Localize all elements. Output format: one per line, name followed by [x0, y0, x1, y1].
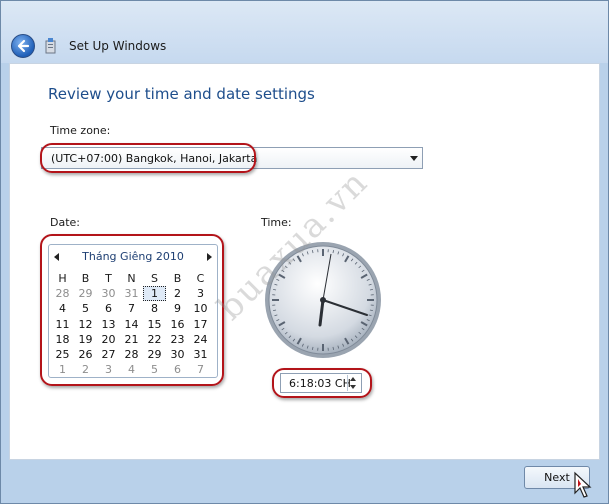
date-highlight	[40, 234, 224, 386]
page-heading: Review your time and date settings	[48, 85, 315, 103]
setup-window: Set Up Windows Review your time and date…	[0, 0, 609, 504]
window-title: Set Up Windows	[69, 39, 167, 53]
timezone-highlight	[40, 143, 256, 173]
chevron-down-icon	[410, 156, 418, 161]
mouse-cursor-icon	[574, 471, 592, 498]
timezone-label: Time zone:	[50, 124, 111, 137]
setup-windows-icon	[45, 38, 56, 54]
content-panel: Review your time and date settings Time …	[9, 63, 600, 460]
back-button[interactable]	[11, 34, 35, 58]
time-highlight	[272, 368, 372, 398]
back-arrow-icon	[17, 39, 30, 53]
title-bar: Set Up Windows	[1, 1, 608, 63]
date-label: Date:	[50, 216, 80, 229]
